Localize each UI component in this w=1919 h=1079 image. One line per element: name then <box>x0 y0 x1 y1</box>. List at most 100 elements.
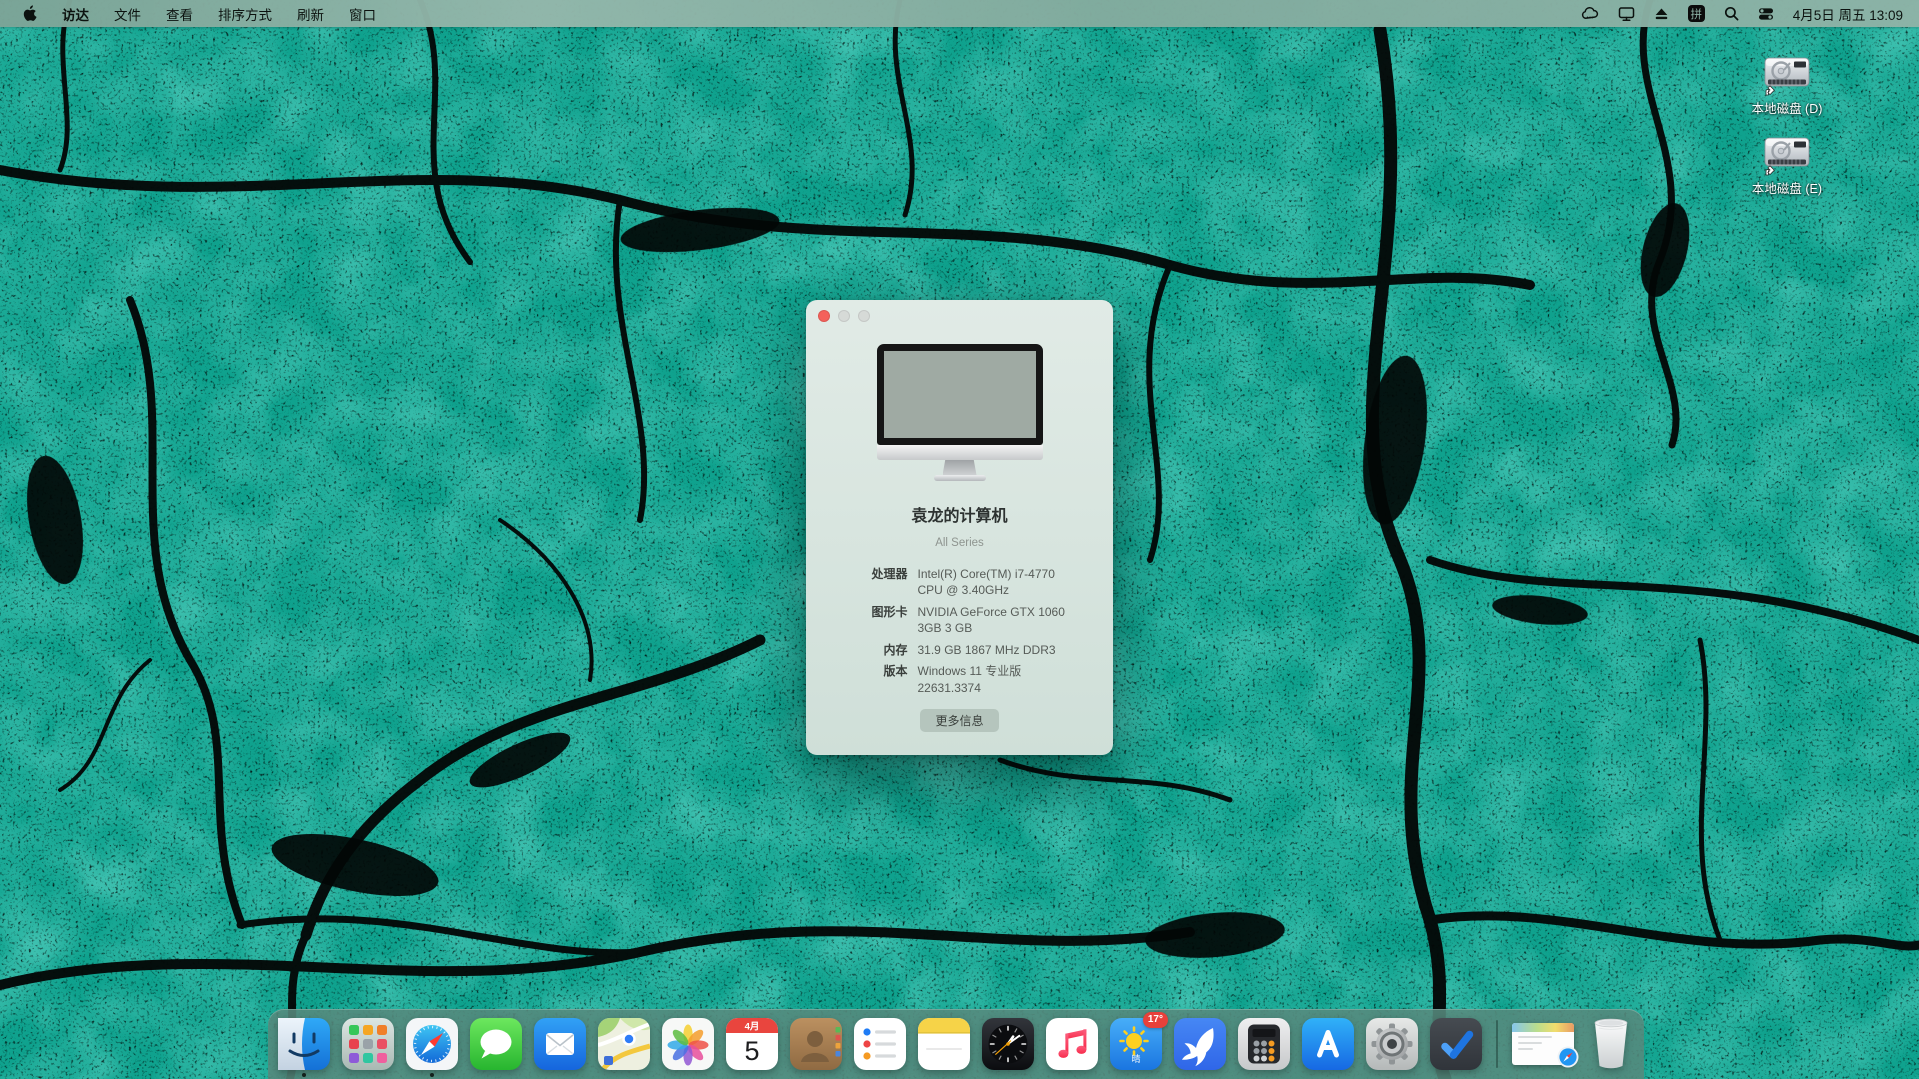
notes-icon <box>918 1018 970 1070</box>
eject-icon[interactable] <box>1654 7 1669 21</box>
window-traffic-lights <box>818 310 870 322</box>
model-subtitle: All Series <box>806 537 1113 549</box>
spec-row-version: 版本 Windows 11 专业版 22631.3374 <box>814 663 1106 696</box>
spec-value: Windows 11 专业版 22631.3374 <box>918 663 1098 696</box>
dock-item-calculator[interactable] <box>1238 1018 1290 1070</box>
control-center-icon[interactable] <box>1758 6 1774 22</box>
minimized-safari-window[interactable] <box>1512 1023 1574 1065</box>
display-icon[interactable] <box>1618 6 1635 22</box>
spec-label: 内存 <box>814 642 918 659</box>
window-thumbnail-line <box>1518 1042 1542 1044</box>
dock-item-clock[interactable] <box>982 1018 1034 1070</box>
spec-label: 图形卡 <box>814 604 918 637</box>
safari-icon <box>406 1018 458 1070</box>
calendar-day-label: 5 <box>744 1036 759 1066</box>
close-button[interactable] <box>818 310 830 322</box>
spec-value-line: NVIDIA GeForce GTX 1060 <box>918 604 1098 621</box>
pinyin-input-icon[interactable]: 拼 <box>1688 5 1705 22</box>
apple-menu-icon[interactable] <box>22 5 37 22</box>
reminders-icon <box>854 1018 906 1070</box>
minimize-button[interactable] <box>838 310 850 322</box>
dock-separator <box>1496 1020 1498 1068</box>
computer-name-title: 袁龙的计算机 <box>806 502 1113 526</box>
menu-bar-status-area: 拼 4月5日 周五 13:09 <box>1581 4 1903 24</box>
dock-item-calendar[interactable]: 4月 5 <box>726 1018 778 1070</box>
running-indicator <box>302 1073 306 1077</box>
hardware-specs: 处理器 Intel(R) Core(TM) i7-4770 CPU @ 3.40… <box>814 566 1106 697</box>
spec-value: NVIDIA GeForce GTX 1060 3GB 3 GB <box>918 604 1098 637</box>
cloud-icon[interactable] <box>1581 6 1599 21</box>
maps-icon <box>598 1018 650 1070</box>
safari-badge-icon <box>1557 1046 1579 1068</box>
spec-value-line: Windows 11 专业版 <box>918 663 1098 680</box>
dock-item-maps[interactable] <box>598 1018 650 1070</box>
calendar-icon: 4月 5 <box>726 1018 778 1070</box>
thunder-bird-icon <box>1174 1018 1226 1070</box>
desktop-icon-disk-d[interactable]: 本地磁盘 (D) <box>1748 52 1826 117</box>
desktop-icon-disk-e[interactable]: 本地磁盘 (E) <box>1748 132 1826 197</box>
window-thumbnail-line <box>1518 1036 1552 1038</box>
window-thumbnail-header <box>1512 1023 1574 1032</box>
dock: 4月 5 <box>268 1009 1644 1079</box>
menu-item-refresh[interactable]: 刷新 <box>297 4 324 24</box>
imac-chin <box>877 445 1043 460</box>
about-this-computer-window: 袁龙的计算机 All Series 处理器 Intel(R) Core(TM) … <box>806 300 1113 755</box>
trash-icon[interactable] <box>1588 1016 1634 1072</box>
dock-item-todo-check[interactable] <box>1430 1018 1482 1070</box>
dock-item-messages[interactable] <box>470 1018 522 1070</box>
menu-bar-left: 访达 文件 查看 排序方式 刷新 窗口 <box>22 4 376 24</box>
spec-value-line: Intel(R) Core(TM) i7-4770 <box>918 566 1098 583</box>
spec-row-graphics: 图形卡 NVIDIA GeForce GTX 1060 3GB 3 GB <box>814 604 1106 637</box>
dock-item-finder[interactable] <box>278 1018 330 1070</box>
imac-illustration <box>877 344 1043 481</box>
photos-icon <box>662 1018 714 1070</box>
clock-icon <box>982 1018 1034 1070</box>
dock-item-reminders[interactable] <box>854 1018 906 1070</box>
spec-value-line: CPU @ 3.40GHz <box>918 582 1098 599</box>
weather-temperature-badge: 17° <box>1143 1012 1168 1028</box>
menu-bar-clock[interactable]: 4月5日 周五 13:09 <box>1793 4 1903 24</box>
gear-icon <box>1366 1018 1418 1070</box>
spec-row-processor: 处理器 Intel(R) Core(TM) i7-4770 CPU @ 3.40… <box>814 566 1106 599</box>
spec-value-line: 3GB 3 GB <box>918 620 1098 637</box>
messages-icon <box>470 1018 522 1070</box>
spec-value: 31.9 GB 1867 MHz DDR3 <box>918 642 1098 659</box>
zoom-button[interactable] <box>858 310 870 322</box>
dock-item-music[interactable] <box>1046 1018 1098 1070</box>
dock-item-thunder[interactable] <box>1174 1018 1226 1070</box>
hard-disk-icon <box>1763 132 1811 176</box>
menu-bar: 访达 文件 查看 排序方式 刷新 窗口 拼 <box>0 0 1919 27</box>
window-thumbnail-line <box>1518 1048 1533 1050</box>
menu-item-view[interactable]: 查看 <box>166 4 193 24</box>
spec-label: 版本 <box>814 663 918 696</box>
imac-stand-base <box>934 475 986 481</box>
search-icon[interactable] <box>1724 6 1739 21</box>
shortcut-arrow-icon <box>1766 86 1774 95</box>
menu-item-sort-by[interactable]: 排序方式 <box>218 4 272 24</box>
dock-item-weather[interactable]: 晴 17° <box>1110 1018 1162 1070</box>
dock-item-contacts[interactable] <box>790 1018 842 1070</box>
spec-label: 处理器 <box>814 566 918 599</box>
dock-item-launchpad[interactable] <box>342 1018 394 1070</box>
running-indicator <box>430 1073 434 1077</box>
blue-checkmark-icon <box>1430 1018 1482 1070</box>
launchpad-icon <box>342 1018 394 1070</box>
music-icon <box>1046 1018 1098 1070</box>
dock-item-system-settings[interactable] <box>1366 1018 1418 1070</box>
dock-item-safari[interactable] <box>406 1018 458 1070</box>
dock-item-app-store[interactable] <box>1302 1018 1354 1070</box>
calendar-month-label: 4月 <box>745 1022 760 1033</box>
spec-value: Intel(R) Core(TM) i7-4770 CPU @ 3.40GHz <box>918 566 1098 599</box>
desktop-screen: 访达 文件 查看 排序方式 刷新 窗口 拼 <box>0 0 1919 1079</box>
menu-item-window[interactable]: 窗口 <box>349 4 376 24</box>
menu-item-finder[interactable]: 访达 <box>62 4 89 24</box>
dock-item-photos[interactable] <box>662 1018 714 1070</box>
more-info-button[interactable]: 更多信息 <box>920 709 998 732</box>
dock-item-notes[interactable] <box>918 1018 970 1070</box>
desktop-icon-label: 本地磁盘 (E) <box>1752 178 1822 197</box>
dock-item-mail[interactable] <box>534 1018 586 1070</box>
app-store-icon <box>1302 1018 1354 1070</box>
hard-disk-icon <box>1763 52 1811 96</box>
menu-item-file[interactable]: 文件 <box>114 4 141 24</box>
spec-row-memory: 内存 31.9 GB 1867 MHz DDR3 <box>814 642 1106 659</box>
